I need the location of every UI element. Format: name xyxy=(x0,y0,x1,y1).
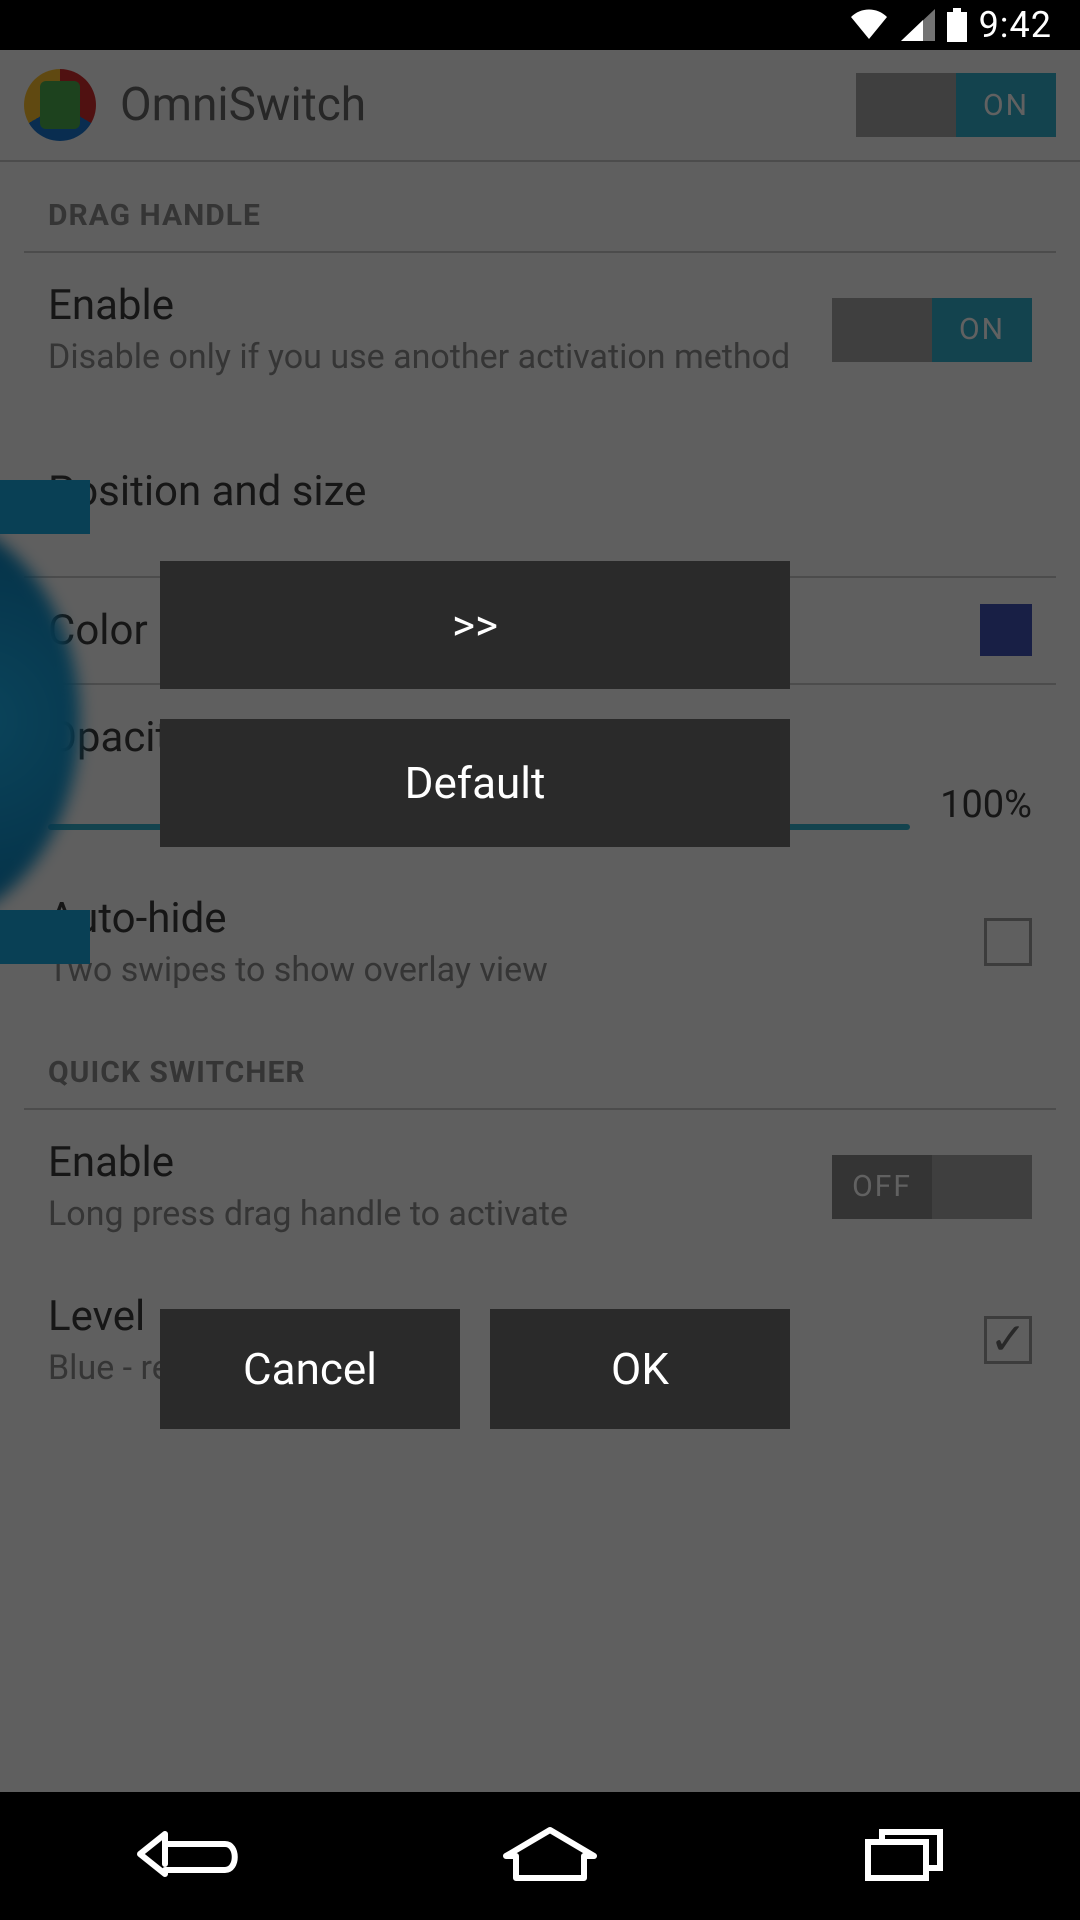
cell-signal-icon xyxy=(901,9,935,41)
color-dialog: >> Default Cancel OK xyxy=(160,561,790,1429)
dialog-preview-box[interactable]: >> xyxy=(160,561,790,689)
back-icon[interactable] xyxy=(130,1824,240,1888)
default-button-label: Default xyxy=(405,757,546,809)
ok-button-label: OK xyxy=(611,1343,669,1395)
dialog-preview-text: >> xyxy=(452,599,498,651)
ok-button[interactable]: OK xyxy=(490,1309,790,1429)
navigation-bar xyxy=(0,1792,1080,1920)
wifi-icon xyxy=(849,9,889,41)
cancel-button[interactable]: Cancel xyxy=(160,1309,460,1429)
recents-icon[interactable] xyxy=(860,1824,950,1888)
status-time: 9:42 xyxy=(979,4,1052,46)
default-button[interactable]: Default xyxy=(160,719,790,847)
home-icon[interactable] xyxy=(500,1824,600,1888)
status-bar: 9:42 xyxy=(0,0,1080,50)
battery-icon xyxy=(947,8,967,42)
cancel-button-label: Cancel xyxy=(243,1343,377,1395)
